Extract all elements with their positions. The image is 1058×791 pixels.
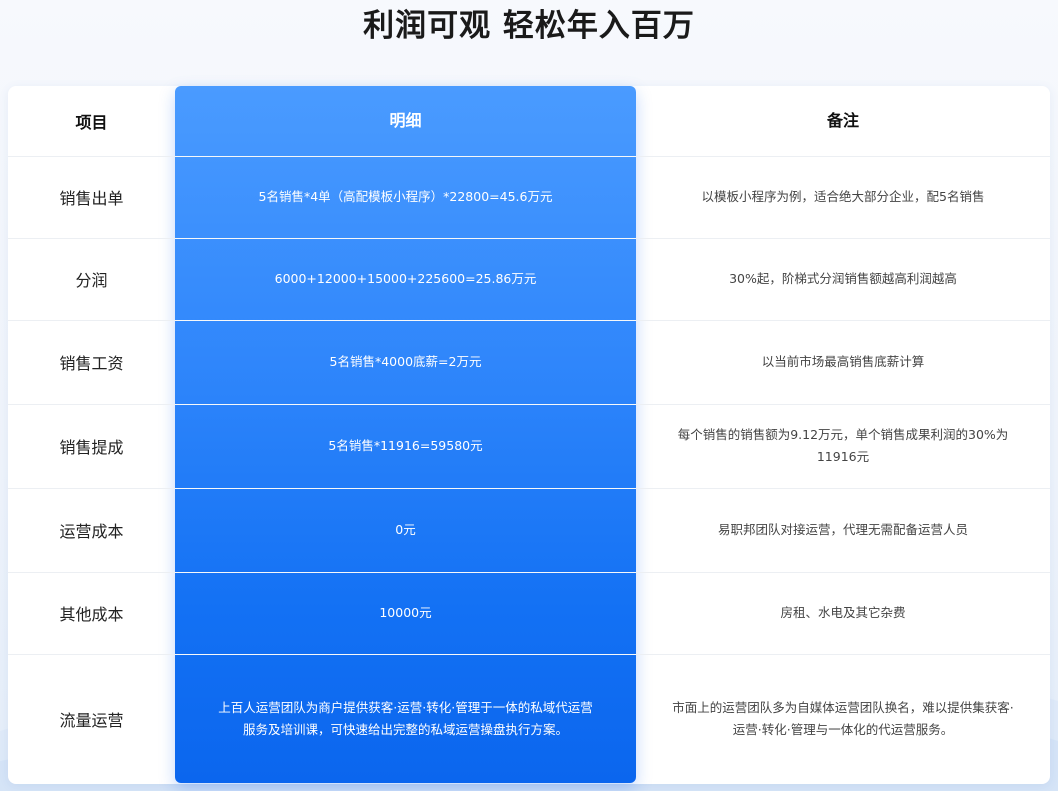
row-note: 房租、水电及其它杂费 xyxy=(780,605,906,620)
header-detail: 明细 xyxy=(389,111,422,130)
row-note: 易职邦团队对接运营，代理无需配备运营人员 xyxy=(717,522,968,537)
table-row: 销售提成 5名销售*11916=59580元 每个销售的销售额为9.12万元，单… xyxy=(8,404,1050,488)
row-detail: 上百人运营团队为商户提供获客·运营·转化·管理于一体的私域代运营服务及培训课，可… xyxy=(175,654,636,783)
row-item: 销售提成 xyxy=(59,438,124,457)
row-note: 每个销售的销售额为9.12万元，单个销售成果利润的30%为11916元 xyxy=(677,427,1009,464)
page-title: 利润可观 轻松年入百万 xyxy=(363,8,695,44)
row-detail: 0元 xyxy=(175,488,636,572)
row-item: 流量运营 xyxy=(59,710,124,730)
row-detail: 5名销售*4000底薪=2万元 xyxy=(175,320,636,404)
row-item: 销售工资 xyxy=(59,354,124,373)
profit-table: 项目 明细 备注 销售出单 5名销售*4单（高配模板小程序）*22800=45.… xyxy=(8,86,1050,783)
row-item: 分润 xyxy=(75,271,108,290)
row-note: 市面上的运营团队多为自媒体运营团队换名，难以提供集获客·运营·转化·管理与一体化… xyxy=(672,699,1014,737)
row-item: 运营成本 xyxy=(59,522,124,541)
row-detail: 10000元 xyxy=(175,572,636,654)
row-detail: 5名销售*11916=59580元 xyxy=(175,404,636,488)
table-row: 运营成本 0元 易职邦团队对接运营，代理无需配备运营人员 xyxy=(8,488,1050,572)
table-header-row: 项目 明细 备注 xyxy=(8,86,1050,156)
table-row: 流量运营 上百人运营团队为商户提供获客·运营·转化·管理于一体的私域代运营服务及… xyxy=(8,654,1050,783)
table-row: 销售出单 5名销售*4单（高配模板小程序）*22800=45.6万元 以模板小程… xyxy=(8,156,1050,238)
row-detail: 5名销售*4单（高配模板小程序）*22800=45.6万元 xyxy=(175,156,636,238)
header-item: 项目 xyxy=(75,113,108,132)
table-row: 分润 6000+12000+15000+225600=25.86万元 30%起，… xyxy=(8,238,1050,320)
row-note: 以当前市场最高销售底薪计算 xyxy=(761,354,925,369)
row-detail: 6000+12000+15000+225600=25.86万元 xyxy=(175,238,636,320)
row-item: 其他成本 xyxy=(59,605,124,624)
table-row: 其他成本 10000元 房租、水电及其它杂费 xyxy=(8,572,1050,654)
row-note: 30%起，阶梯式分润销售额越高利润越高 xyxy=(729,271,957,286)
header-note: 备注 xyxy=(826,111,859,130)
table-row: 销售工资 5名销售*4000底薪=2万元 以当前市场最高销售底薪计算 xyxy=(8,320,1050,404)
row-item: 销售出单 xyxy=(59,189,124,208)
row-note: 以模板小程序为例，适合绝大部分企业，配5名销售 xyxy=(701,189,985,204)
